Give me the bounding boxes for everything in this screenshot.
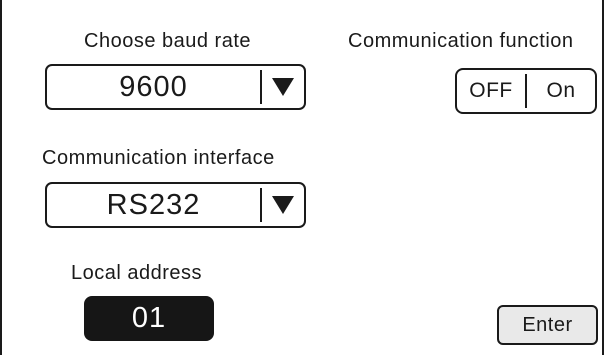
baud-rate-dropdown[interactable]: 9600	[45, 64, 306, 110]
baud-rate-value: 9600	[119, 70, 188, 103]
enter-button[interactable]: Enter	[497, 305, 598, 345]
communication-function-label: Communication function	[348, 30, 574, 52]
communication-interface-label: Communication interface	[42, 147, 275, 169]
communication-interface-value: RS232	[106, 188, 201, 221]
settings-screen: Choose baud rate 9600 Communication func…	[0, 0, 604, 355]
communication-interface-dropdown[interactable]: RS232	[45, 182, 306, 228]
triangle-down-icon[interactable]	[262, 184, 304, 226]
toggle-off-option[interactable]: OFF	[457, 79, 525, 103]
local-address-field[interactable]: 01	[84, 296, 214, 341]
baud-rate-label: Choose baud rate	[84, 30, 252, 52]
triangle-down-icon[interactable]	[262, 66, 304, 108]
communication-function-toggle[interactable]: OFF On	[455, 68, 597, 114]
toggle-on-option[interactable]: On	[527, 79, 595, 103]
local-address-label: Local address	[71, 262, 203, 284]
